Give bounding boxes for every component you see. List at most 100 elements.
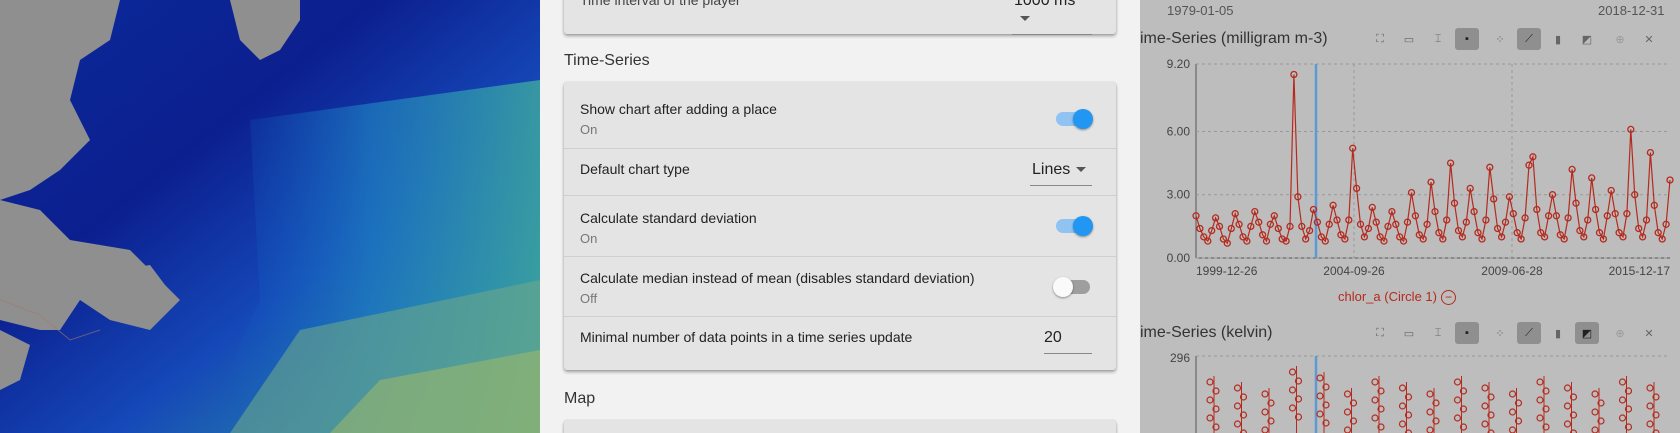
time-range-start: 1979-01-05 (1167, 3, 1234, 18)
data-point (1206, 414, 1214, 422)
scatter-icon[interactable]: ⁘ (1488, 322, 1512, 344)
data-point (1481, 384, 1489, 392)
bar-chart-icon[interactable]: ▮ (1546, 322, 1570, 344)
time-range-end: 2018-12-31 (1598, 3, 1665, 18)
show-chart-label: Show chart after adding a place (580, 101, 777, 117)
data-point (1563, 384, 1572, 392)
line-chart-icon[interactable]: ⟋ (1517, 322, 1541, 344)
chart-type-row[interactable]: Default chart type Lines (564, 148, 1116, 196)
data-point (1481, 402, 1489, 410)
player-interval-select[interactable]: 1000 ms (1012, 0, 1092, 35)
section-title-time-series: Time-Series (564, 52, 650, 69)
section-title-map: Map (564, 390, 596, 407)
chart-2-plot[interactable]: 296 (1140, 348, 1680, 433)
map-view[interactable] (0, 0, 540, 433)
data-point (1591, 390, 1599, 398)
data-point (1646, 402, 1654, 410)
chart-1-header: ime-Series (milligram m-3) ⛶ ▭ ⌶ ▪ ⁘ ⟋ ▮… (1140, 28, 1680, 54)
scatter-icon[interactable]: ⁘ (1488, 28, 1512, 50)
data-point (1646, 384, 1654, 392)
data-point (1233, 402, 1242, 410)
data-point (1261, 426, 1269, 433)
data-point (1316, 374, 1324, 382)
comment-icon[interactable]: ▪ (1455, 322, 1479, 344)
time-series-settings-card: Show chart after adding a place On Defau… (564, 82, 1116, 370)
data-point (1563, 402, 1572, 410)
chevron-down-icon (1076, 167, 1087, 173)
data-point (1206, 396, 1214, 404)
data-point (1536, 414, 1544, 422)
chart-type-select[interactable]: Lines (1030, 161, 1092, 186)
data-point (1591, 408, 1599, 416)
player-settings-card: Time interval of the player 1000 ms (564, 0, 1116, 35)
data-point (1426, 408, 1434, 416)
data-point (1343, 426, 1352, 433)
chevron-down-icon (1020, 16, 1030, 22)
data-point (1508, 426, 1517, 433)
show-chart-toggle[interactable] (1056, 109, 1093, 129)
median-label: Calculate median instead of mean (disabl… (580, 270, 975, 286)
data-point (1261, 408, 1269, 416)
chart-1-plot[interactable]: 0.00 3.00 6.00 9.20 1999-12-26 2004-09-26 2009… (1140, 54, 1680, 294)
std-dev-state: On (580, 231, 598, 246)
data-point (1453, 396, 1462, 404)
min-points-row[interactable]: Minimal number of data points in a time … (564, 316, 1116, 370)
data-point (1618, 378, 1627, 386)
y-tick-label: 0.00 (1167, 251, 1191, 265)
median-row[interactable]: Calculate median instead of mean (disabl… (564, 256, 1116, 317)
player-interval-label: Time interval of the player (580, 0, 741, 8)
player-interval-row[interactable]: Time interval of the player 1000 ms (564, 0, 1116, 35)
data-point (1618, 414, 1627, 422)
comment-icon[interactable]: ▪ (1455, 28, 1479, 50)
data-point (1398, 402, 1407, 410)
data-point (1536, 396, 1544, 404)
error-bar-icon[interactable]: ⌶ (1426, 28, 1450, 50)
data-point (1233, 384, 1242, 392)
data-point (1288, 386, 1297, 394)
close-icon[interactable]: ✕ (1637, 322, 1661, 344)
close-icon[interactable]: ✕ (1637, 28, 1661, 50)
line-chart-icon[interactable]: ⟋ (1517, 28, 1541, 50)
data-point (1453, 414, 1462, 422)
std-dev-row[interactable]: Calculate standard deviation On (564, 195, 1116, 257)
bar-chart-icon[interactable]: ▮ (1546, 28, 1570, 50)
image-export-icon[interactable]: ▭ (1397, 322, 1421, 344)
chart-2-toolbar: ⛶ ▭ ⌶ ▪ ⁘ ⟋ ▮ ◩ ⊕ ✕ (1368, 322, 1666, 344)
chart-1-legend: chlor_a (Circle 1) − (1338, 289, 1456, 306)
add-icon[interactable]: ⊕ (1608, 322, 1632, 344)
error-bar-icon[interactable]: ⌶ (1426, 322, 1450, 344)
data-point (1261, 390, 1269, 398)
data-point (1371, 396, 1379, 404)
x-tick-label: 2015-12-17 (1609, 264, 1671, 278)
chart-1-toolbar: ⛶ ▭ ⌶ ▪ ⁘ ⟋ ▮ ◩ ⊕ ✕ (1368, 28, 1666, 50)
map-settings-card (564, 420, 1116, 433)
fullscreen-icon[interactable]: ⛶ (1368, 28, 1392, 50)
y-tick-label: 296 (1170, 351, 1190, 365)
show-chart-state: On (580, 122, 598, 137)
std-dev-toggle[interactable] (1056, 216, 1093, 236)
image-export-icon[interactable]: ▭ (1397, 28, 1421, 50)
median-toggle[interactable] (1053, 277, 1090, 297)
std-dev-icon[interactable]: ◩ (1575, 322, 1599, 344)
data-point (1316, 410, 1324, 418)
data-point (1371, 378, 1379, 386)
min-points-input[interactable]: 20 (1044, 329, 1092, 354)
y-tick-label: 3.00 (1167, 188, 1191, 202)
data-point (1563, 420, 1572, 428)
data-point (1343, 408, 1352, 416)
data-point (1233, 420, 1242, 428)
x-tick-label: 1999-12-26 (1196, 264, 1258, 278)
time-series-panel: 1979-01-05 2018-12-31 ime-Series (millig… (1140, 0, 1680, 433)
data-point (1508, 408, 1517, 416)
data-point (1316, 392, 1324, 400)
data-point (1371, 414, 1379, 422)
add-icon[interactable]: ⊕ (1608, 28, 1632, 50)
remove-series-icon[interactable]: − (1440, 290, 1456, 306)
data-point (1288, 368, 1297, 376)
data-point (1618, 396, 1627, 404)
show-chart-row[interactable]: Show chart after adding a place On (564, 82, 1116, 149)
std-dev-icon[interactable]: ◩ (1575, 28, 1599, 50)
fullscreen-icon[interactable]: ⛶ (1368, 322, 1392, 344)
settings-dialog: Time interval of the player 1000 ms Time… (540, 0, 1140, 433)
data-point (1481, 420, 1489, 428)
